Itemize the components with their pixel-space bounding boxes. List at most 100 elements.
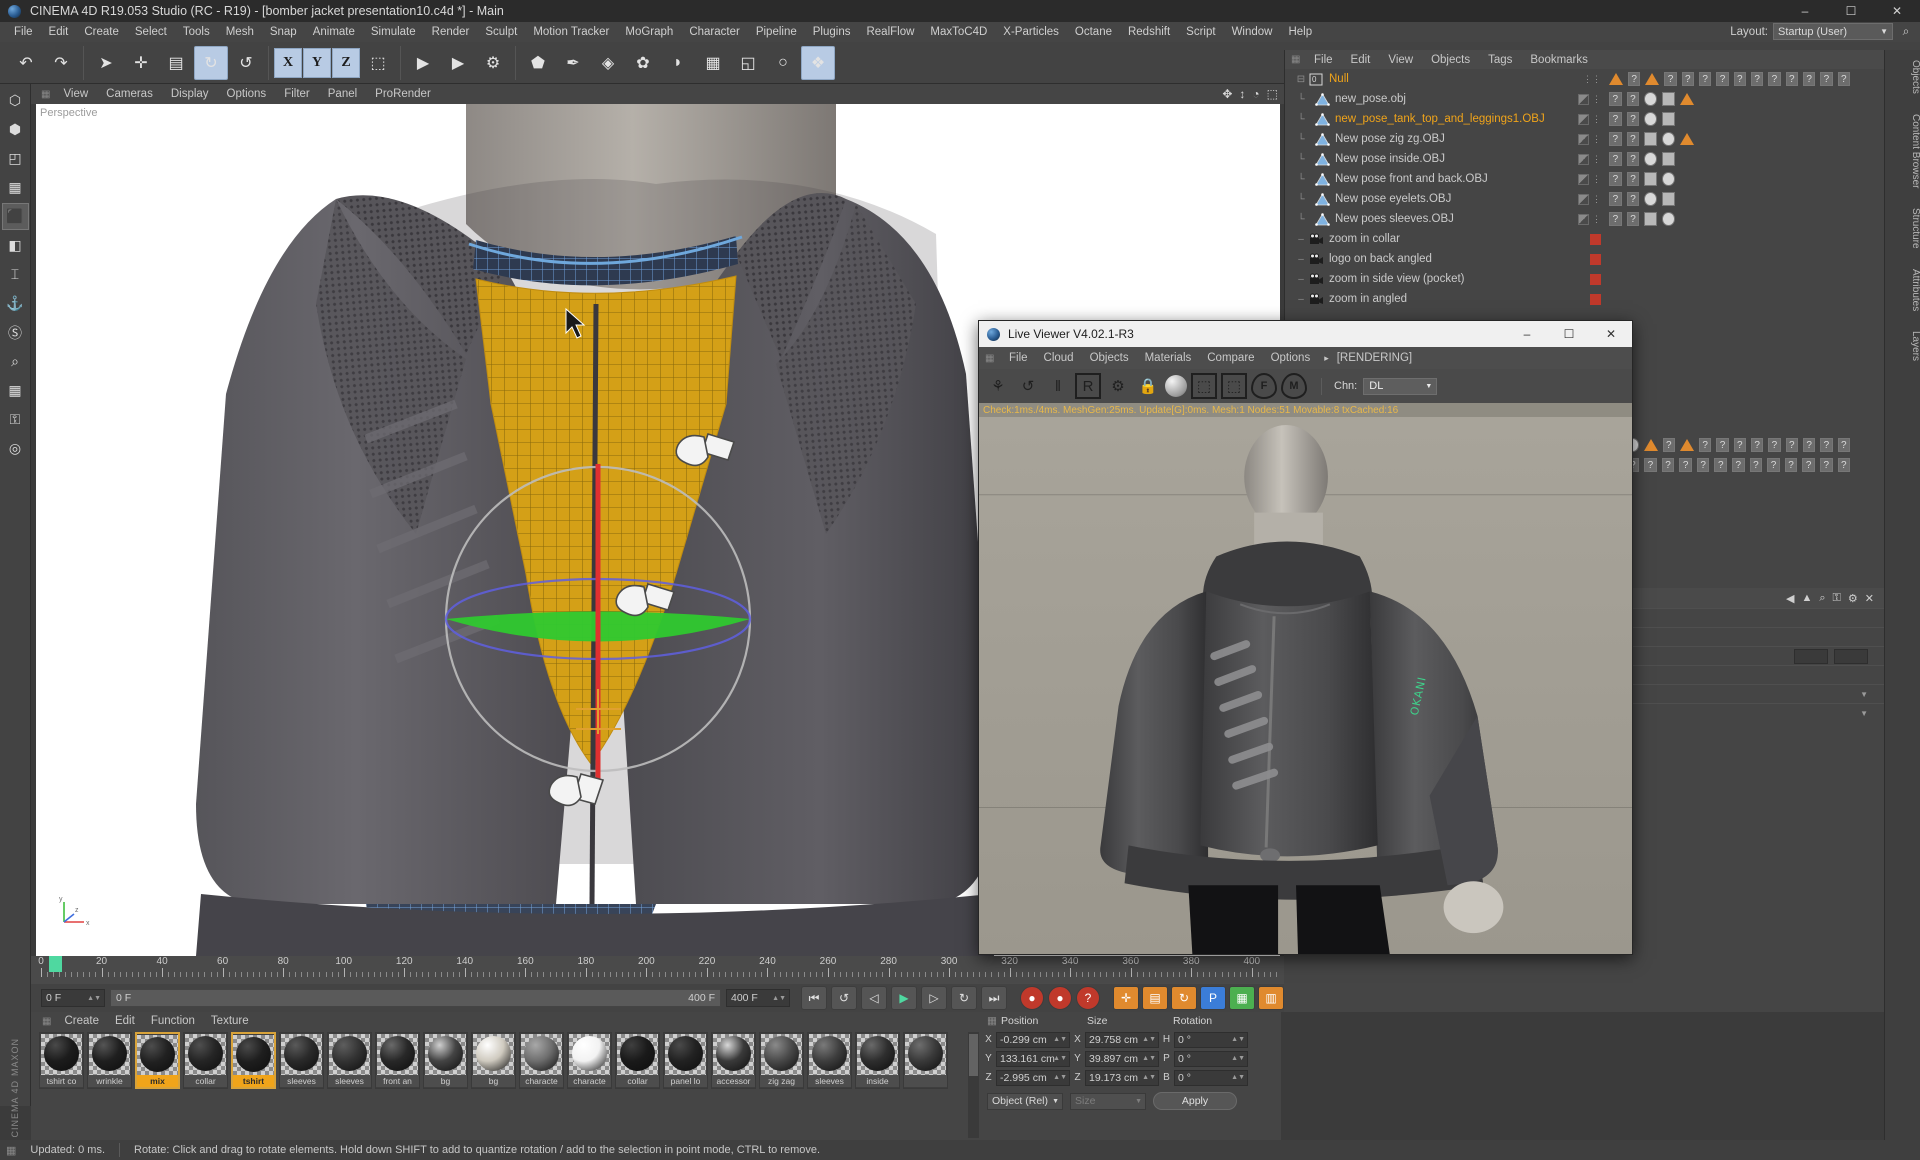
size-y-field[interactable]: 39.897 cm ▲▼: [1085, 1050, 1159, 1067]
object-tags[interactable]: ⋮: [1578, 193, 1601, 205]
lv-menu-cloud[interactable]: Cloud: [1036, 352, 1082, 364]
menu-item-maxtoc4d[interactable]: MaxToC4D: [922, 22, 995, 42]
stepper-icon[interactable]: ▲▼: [1231, 1074, 1245, 1081]
menu-item-script[interactable]: Script: [1178, 22, 1223, 42]
material-picker-icon[interactable]: M: [1281, 373, 1307, 399]
material-swatch[interactable]: wrinkle: [87, 1032, 132, 1089]
tree-expand-icon[interactable]: ⊟: [1293, 74, 1309, 85]
viewport-menu-view[interactable]: View: [54, 88, 97, 100]
tree-expand-icon[interactable]: –: [1293, 234, 1309, 245]
maximize-button[interactable]: ☐: [1828, 0, 1874, 22]
size-z-field[interactable]: 19.173 cm ▲▼: [1085, 1069, 1159, 1086]
material-tag-icon[interactable]: [1662, 152, 1675, 166]
object-tags[interactable]: ⋮⋮: [1583, 74, 1601, 85]
nav-back-icon[interactable]: ◀: [1786, 592, 1794, 605]
focus-picker-icon[interactable]: F: [1251, 373, 1277, 399]
object-row[interactable]: ⊟ 0 Null ⋮⋮: [1285, 69, 1605, 89]
menu-item-realflow[interactable]: RealFlow: [858, 22, 922, 42]
material-swatch[interactable]: sleeves: [327, 1032, 372, 1089]
texture-tag-icon[interactable]: [1578, 133, 1589, 145]
object-tags[interactable]: [1590, 273, 1601, 285]
viewport-menu-options[interactable]: Options: [218, 88, 276, 100]
protection-tag-icon[interactable]: [1590, 273, 1601, 285]
material-swatch[interactable]: mix: [135, 1032, 180, 1089]
material-swatch[interactable]: characte: [519, 1032, 564, 1089]
unknown-tag-icon[interactable]: ?: [1609, 152, 1622, 166]
point-level-animation-toggle[interactable]: ▦: [1229, 986, 1255, 1010]
parameter-key-toggle[interactable]: P: [1200, 986, 1226, 1010]
axis-lock-tool[interactable]: ⚓: [2, 290, 29, 317]
unknown-tag-icon[interactable]: ?: [1609, 92, 1622, 106]
position-z-field[interactable]: -2.995 cm ▲▼: [996, 1069, 1070, 1086]
unknown-tag-icon[interactable]: ?: [1609, 132, 1622, 146]
unknown-tag-icon[interactable]: ?: [1681, 72, 1694, 86]
om-menu-bookmarks[interactable]: Bookmarks: [1521, 54, 1597, 66]
stepper-icon[interactable]: ▲▼: [1231, 1055, 1245, 1062]
add-spline-button[interactable]: ✒: [556, 46, 590, 80]
add-mograph-button[interactable]: ❖: [801, 45, 835, 80]
rotation-key-toggle[interactable]: ↻: [1171, 986, 1197, 1010]
om-menu-edit[interactable]: Edit: [1342, 54, 1380, 66]
playhead[interactable]: [49, 956, 62, 972]
go-to-end-button[interactable]: ⏭: [981, 986, 1007, 1010]
menu-item-motion-tracker[interactable]: Motion Tracker: [525, 22, 617, 42]
rotation-p-field[interactable]: 0 ° ▲▼: [1174, 1050, 1248, 1067]
object-row[interactable]: └ New poes sleeves.OBJ ⋮: [1285, 209, 1605, 229]
autokeying-button[interactable]: ●: [1048, 986, 1072, 1010]
stepper-icon[interactable]: ▲▼: [772, 995, 786, 1002]
lock-tool[interactable]: ⚿: [2, 406, 29, 433]
minimize-button[interactable]: –: [1782, 0, 1828, 22]
unknown-tag-icon[interactable]: ?: [1679, 458, 1692, 472]
texture-tag-icon[interactable]: [1578, 213, 1589, 225]
add-scene-button[interactable]: ▦: [696, 46, 730, 80]
material-swatch[interactable]: accessor: [711, 1032, 756, 1089]
protection-tag-icon[interactable]: [1590, 253, 1601, 265]
attribute-field[interactable]: [1834, 648, 1868, 664]
menu-item-animate[interactable]: Animate: [305, 22, 363, 42]
chevron-down-icon[interactable]: ▼: [1860, 690, 1868, 699]
loop-button[interactable]: ↻: [951, 986, 977, 1010]
unknown-tag-icon[interactable]: ?: [1698, 438, 1712, 452]
move-tool[interactable]: ✛: [124, 46, 158, 80]
magnet-tool[interactable]: ⌕: [2, 348, 29, 375]
unknown-tag-icon[interactable]: ?: [1732, 458, 1745, 472]
stepper-icon[interactable]: ▲▼: [1231, 1036, 1245, 1043]
preview-range-bar[interactable]: 0 F 400 F: [110, 989, 721, 1007]
unknown-tag-icon[interactable]: ?: [1626, 172, 1640, 186]
unknown-tag-icon[interactable]: ?: [1820, 72, 1833, 86]
uv-tag-icon[interactable]: [1661, 132, 1675, 146]
search-attr-icon[interactable]: ⌕: [1819, 592, 1825, 605]
uv-tag-icon[interactable]: [1644, 152, 1658, 166]
render-settings-button[interactable]: ⚙: [476, 46, 510, 80]
add-deformer-button[interactable]: ✿: [626, 46, 660, 80]
menu-item-render[interactable]: Render: [424, 22, 478, 42]
live-viewer-render-canvas[interactable]: OKANI: [979, 417, 1632, 954]
unknown-tag-icon[interactable]: ?: [1733, 438, 1746, 452]
viewport-menu-panel[interactable]: Panel: [319, 88, 366, 100]
object-row[interactable]: – zoom in collar: [1285, 229, 1605, 249]
object-row[interactable]: └ new_pose_tank_top_and_leggings1.OBJ ⋮: [1285, 109, 1605, 129]
lv-maximize-button[interactable]: ☐: [1548, 321, 1590, 347]
object-tags[interactable]: ⋮: [1578, 113, 1601, 125]
keyframe-selection-button[interactable]: ?: [1076, 986, 1100, 1010]
tree-expand-icon[interactable]: └: [1293, 214, 1309, 225]
coord-mode-dropdown[interactable]: Object (Rel) ▼: [987, 1092, 1063, 1110]
object-tags[interactable]: ⋮: [1578, 153, 1601, 165]
material-tag-icon[interactable]: [1644, 212, 1658, 226]
material-swatch[interactable]: [903, 1032, 948, 1089]
tree-expand-icon[interactable]: └: [1293, 134, 1309, 145]
rotation-b-field[interactable]: 0 ° ▲▼: [1174, 1069, 1248, 1086]
priority-tag-icon[interactable]: [1643, 439, 1658, 451]
material-swatch[interactable]: panel lo: [663, 1032, 708, 1089]
menu-item-x-particles[interactable]: X-Particles: [995, 22, 1067, 42]
stepper-icon[interactable]: ▲▼: [1053, 1055, 1067, 1062]
material-swatch[interactable]: bg: [423, 1032, 468, 1089]
viewport-solo-tool[interactable]: ◎: [2, 435, 29, 462]
om-menu-file[interactable]: File: [1305, 54, 1342, 66]
scale-tool[interactable]: ▤: [159, 46, 193, 80]
om-menu-tags[interactable]: Tags: [1479, 54, 1521, 66]
next-frame-button[interactable]: ▷: [921, 986, 947, 1010]
object-tags[interactable]: ⋮: [1578, 213, 1601, 225]
lv-menu-options[interactable]: Options: [1263, 352, 1319, 364]
tree-expand-icon[interactable]: –: [1293, 254, 1309, 265]
